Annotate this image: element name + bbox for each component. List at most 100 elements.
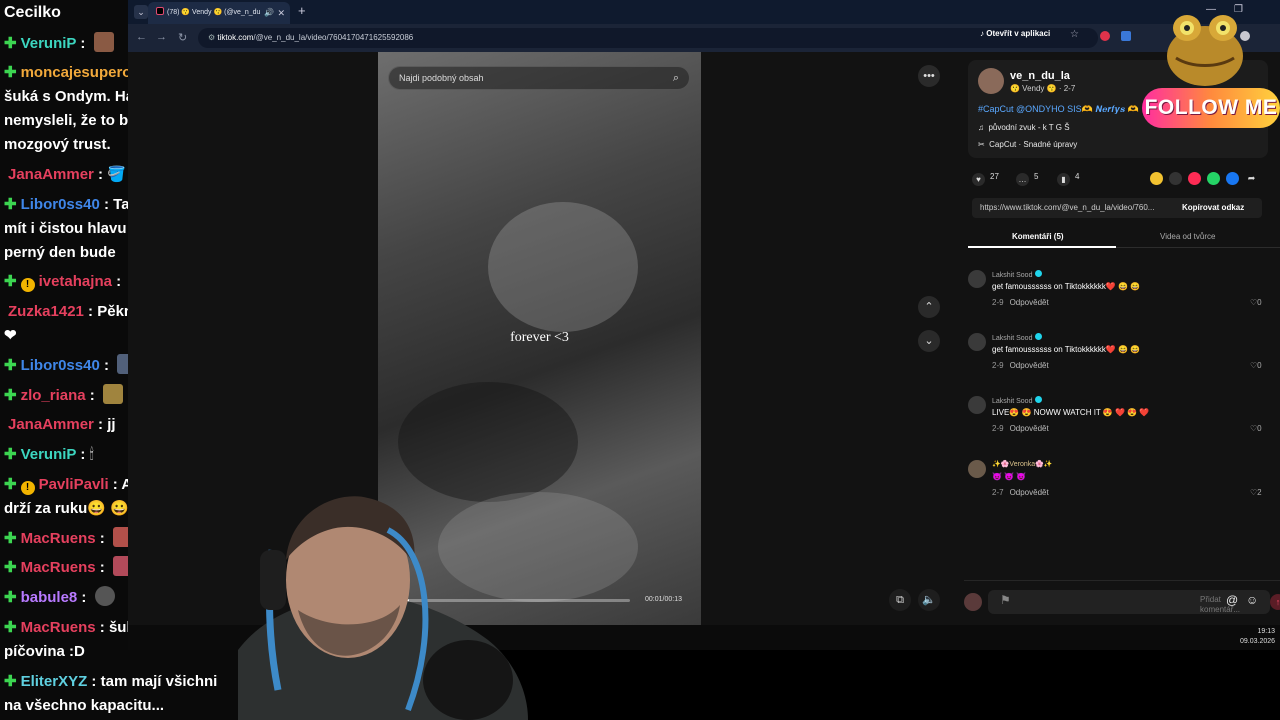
chat-username: MacRuens xyxy=(20,530,96,547)
copy-link-button[interactable]: Kopírovat odkaz xyxy=(1182,198,1244,218)
next-video-icon[interactable]: ⌄ xyxy=(918,330,940,352)
chat-text: jj xyxy=(107,416,116,433)
embed-icon[interactable] xyxy=(1169,172,1182,185)
like-button[interactable]: ♥ 27 xyxy=(972,172,999,186)
video-frame xyxy=(488,202,638,332)
commenter-name[interactable]: Lakshit Sood xyxy=(992,396,1043,405)
tab-tiktok[interactable]: (78) 😗 Vendy 😗 (@ve_n_du 🔊 ✕ xyxy=(148,2,290,24)
verified-icon xyxy=(1035,270,1043,277)
repost-icon[interactable] xyxy=(1150,172,1163,185)
sound-row[interactable]: ♫ původní zvuk - k T G Š xyxy=(978,123,1070,132)
vip-badge-icon: ! xyxy=(20,278,35,292)
reply-button[interactable]: Odpovědět xyxy=(1010,298,1049,307)
reply-button[interactable]: Odpovědět xyxy=(1010,424,1049,433)
gift-icon[interactable]: ⚑ xyxy=(1000,593,1011,607)
capcut-row[interactable]: ✂ CapCut · Snadné úpravy xyxy=(978,140,1077,149)
my-avatar xyxy=(964,593,982,611)
more-options-icon[interactable]: ••• xyxy=(918,65,940,87)
tab-title: (78) 😗 Vendy 😗 (@ve_n_du xyxy=(167,9,261,16)
subscriber-icon: ✚ xyxy=(4,64,17,81)
new-tab-button[interactable]: + xyxy=(298,3,306,18)
comment-like-button[interactable]: ♡0 xyxy=(1250,424,1262,433)
chat-username: JanaAmmer xyxy=(8,166,94,183)
copy-link-row: https://www.tiktok.com/@ve_n_du_la/video… xyxy=(972,198,1262,218)
tab-comments[interactable]: Komentáři (5) xyxy=(1012,230,1064,244)
video-time: 00:01/00:13 xyxy=(645,596,682,603)
chat-username: babule8 xyxy=(20,589,78,606)
creator-username[interactable]: ve_n_du_la xyxy=(1010,70,1070,82)
whatsapp-icon[interactable] xyxy=(1207,172,1220,185)
comment-text: LIVE😍 😍 NOWW WATCH IT 😍 ❤️ 😍 ❤️ xyxy=(992,408,1150,417)
emoji-icon[interactable]: ☺ xyxy=(1246,593,1258,607)
extension-icon[interactable] xyxy=(1100,31,1110,41)
tab-bar: ⌄ (78) 😗 Vendy 😗 (@ve_n_du 🔊 ✕ + — ❐ xyxy=(128,0,1280,24)
chat-username: EliterXYZ xyxy=(20,673,88,690)
capcut-label: CapCut · Snadné úpravy xyxy=(989,140,1078,149)
comment-item: ✨🌸Veronka🌸✨ 😈 😈 😈 2-7 Odpovědět ♡2 xyxy=(964,460,1280,520)
subscriber-icon: ✚ xyxy=(4,387,17,404)
tiktok-icon: ♪ xyxy=(980,29,984,38)
similar-content-search[interactable]: Najdi podobný obsah ⌕ xyxy=(388,66,690,90)
commenter-name-text: Lakshit Sood xyxy=(992,272,1033,279)
commenter-avatar[interactable] xyxy=(968,396,986,414)
chat-username: moncajesuperok xyxy=(20,64,140,81)
url-path: /@ve_n_du_la/video/7604170471625592086 xyxy=(253,33,414,42)
commenter-avatar[interactable] xyxy=(968,270,986,288)
chat-text: 🕯 xyxy=(89,446,94,463)
share-icon[interactable]: ➦ xyxy=(1245,172,1258,185)
comment-like-button[interactable]: ♡0 xyxy=(1250,298,1262,307)
commenter-avatar[interactable] xyxy=(968,460,986,478)
comment-button[interactable]: … 5 xyxy=(1016,172,1038,186)
comment-date: 2-7 xyxy=(992,488,1004,497)
verified-icon xyxy=(1035,396,1043,403)
reply-button[interactable]: Odpovědět xyxy=(1010,361,1049,370)
comment-like-button[interactable]: ♡2 xyxy=(1250,488,1262,497)
subscriber-icon: ✚ xyxy=(4,196,17,213)
send-to-friends-icon[interactable] xyxy=(1188,172,1201,185)
video-link[interactable]: https://www.tiktok.com/@ve_n_du_la/video… xyxy=(980,198,1176,218)
comment-meta: 2-9 Odpovědět xyxy=(992,361,1049,370)
send-comment-icon[interactable]: ↑ xyxy=(1270,594,1280,610)
reply-button[interactable]: Odpovědět xyxy=(1010,488,1049,497)
commenter-name[interactable]: Lakshit Sood xyxy=(992,333,1043,342)
emote-icon xyxy=(102,384,123,404)
comment-like-button[interactable]: ♡0 xyxy=(1250,361,1262,370)
picture-in-picture-icon[interactable]: ⧉ xyxy=(889,589,911,611)
mention-icon[interactable]: @ xyxy=(1226,593,1238,607)
save-button[interactable]: ▮ 4 xyxy=(1057,172,1079,186)
comment-icon: … xyxy=(1016,173,1029,186)
commenter-name[interactable]: Lakshit Sood xyxy=(992,270,1043,279)
commenter-name[interactable]: ✨🌸Veronka🌸✨ xyxy=(992,460,1053,468)
forward-icon[interactable]: → xyxy=(156,31,167,43)
tab-creator-videos[interactable]: Videa od tvůrce xyxy=(1160,230,1215,244)
commenter-avatar[interactable] xyxy=(968,333,986,351)
subscriber-icon: ✚ xyxy=(4,35,17,52)
speaker-icon[interactable]: 🔊 xyxy=(264,2,274,24)
open-in-app-button[interactable]: ♪ Otevřít v aplikaci xyxy=(980,29,1050,38)
search-placeholder: Najdi podobný obsah xyxy=(399,73,484,83)
volume-icon[interactable]: 🔈 xyxy=(918,589,940,611)
comment-like-count: 0 xyxy=(1257,424,1262,433)
bookmark-star-icon[interactable]: ☆ xyxy=(1070,29,1079,40)
extension-icon[interactable] xyxy=(1121,31,1131,41)
close-tab-icon[interactable]: ✕ xyxy=(277,2,285,24)
system-clock: 19:13 09.03.2026 xyxy=(1240,627,1275,647)
follow-me-badge: FOLLOW ME xyxy=(1142,88,1280,128)
back-icon[interactable]: ← xyxy=(136,31,147,43)
address-bar[interactable]: ⚙ tiktok.com/@ve_n_du_la/video/760417047… xyxy=(198,28,1098,48)
tab-search-icon[interactable]: ⌄ xyxy=(134,5,148,19)
site-info-icon[interactable]: ⚙ xyxy=(208,33,217,42)
comment-count: 5 xyxy=(1034,172,1039,181)
reload-icon[interactable]: ↻ xyxy=(178,31,187,44)
subscriber-icon: ✚ xyxy=(4,476,17,493)
previous-video-icon[interactable]: ⌃ xyxy=(918,296,940,318)
creator-avatar[interactable] xyxy=(978,68,1004,94)
emote-icon xyxy=(93,32,114,52)
search-icon[interactable]: ⌕ xyxy=(673,67,679,89)
chat-username: Zuzka1421 xyxy=(8,303,84,320)
facebook-icon[interactable] xyxy=(1226,172,1239,185)
subscriber-icon: ✚ xyxy=(4,530,17,547)
video-description[interactable]: #CapCut @ONDYHO SIS🫶 𝑵𝒆𝒓𝒇𝒚𝒔 🫶 xyxy=(978,104,1158,115)
vip-badge-icon: ! xyxy=(20,481,35,495)
active-tab-indicator xyxy=(968,246,1116,248)
